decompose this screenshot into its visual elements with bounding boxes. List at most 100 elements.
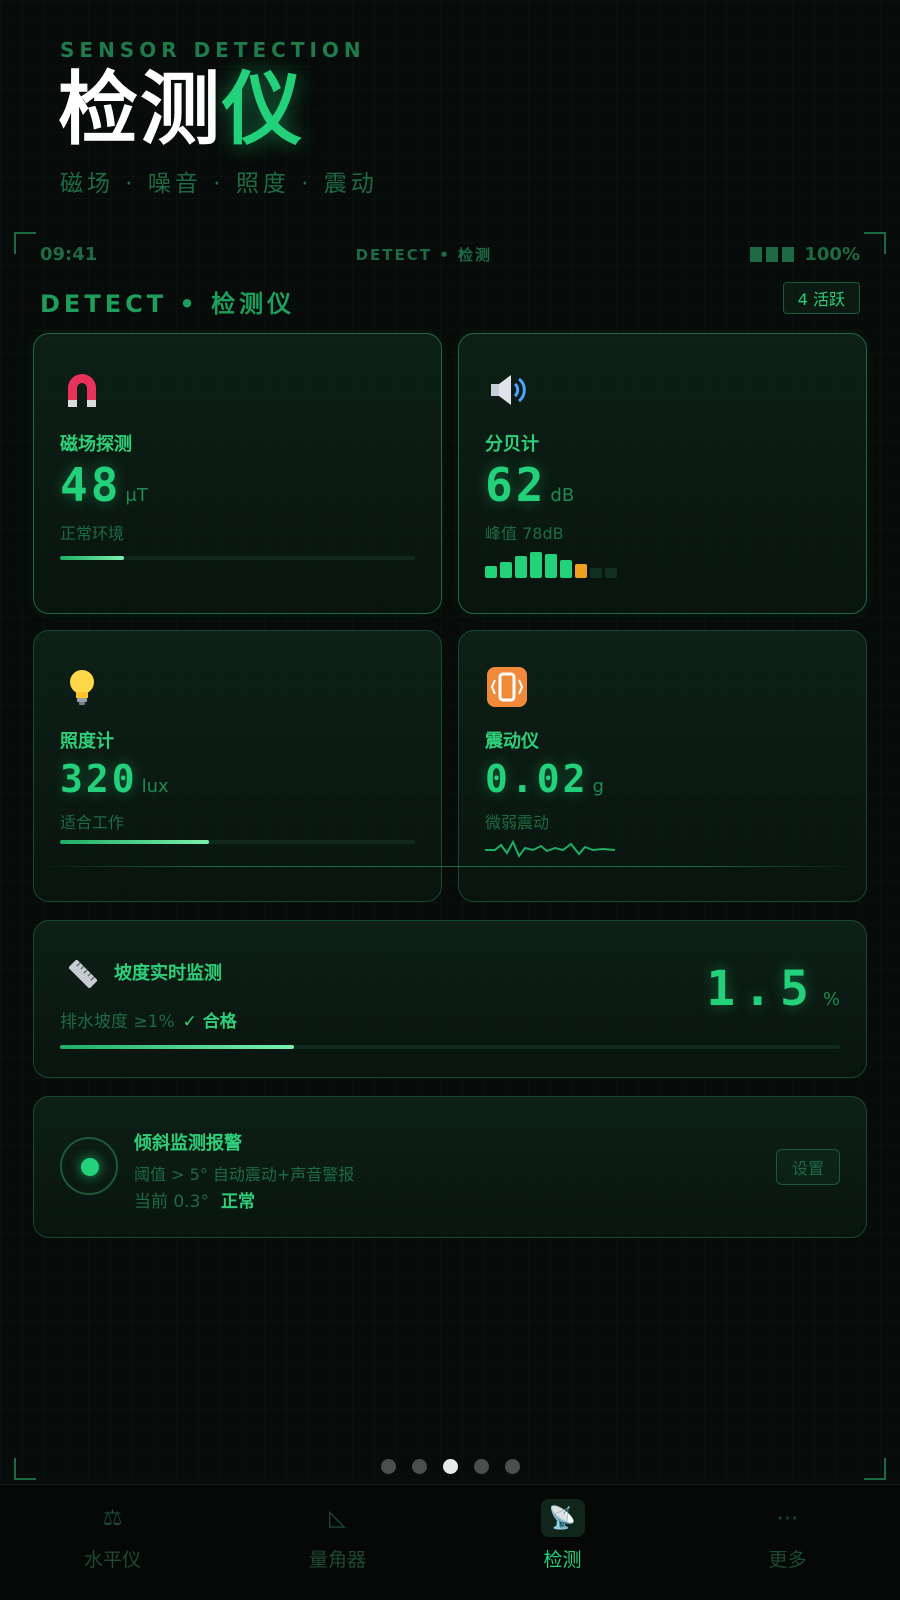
slope-card[interactable]: 坡度实时监测 排水坡度 ≥1% ✓ 合格 1.5 % [33,920,867,1078]
decibel-meter-bar [575,564,587,578]
tab-detect-label: 检测 [543,1549,582,1571]
ruler-icon [68,959,98,989]
slope-requirement: 排水坡度 ≥1% [60,1012,175,1032]
slope-level-fill [60,1045,294,1049]
page-title: 检测仪 [58,70,304,150]
alarm-settings-button[interactable]: 设置 [776,1149,840,1185]
status-center-label: DETECT • 检测 [355,245,493,264]
magnet-level-fill [60,556,124,560]
battery-percent: 100% [804,243,860,265]
speaker-icon [491,375,526,405]
lux-card[interactable]: 照度计 320 lux 适合工作 [33,630,442,902]
decibel-desc: 峰值 78dB [485,524,564,543]
alarm-threshold: 阈值 > 5° 自动震动+声音警报 [134,1165,355,1184]
active-count-badge[interactable]: 4 活跃 [782,282,860,314]
battery-cell-icon [766,246,779,262]
tab-detect[interactable]: 📡 检测 [450,1485,675,1600]
alarm-current-status: 正常 [220,1192,255,1212]
slope-reading: 1.5 % [706,961,840,1017]
battery-indicator: 100% [750,244,860,265]
slope-status: ✓ 合格 [182,1012,237,1032]
magnet-value: 48 [60,458,122,512]
decibel-meter-bar [560,560,572,578]
vibration-icon [487,667,527,707]
alarm-current: 当前 0.3° 正常 [134,1187,255,1212]
vibration-title: 震动仪 [485,731,539,752]
battery-cell-icon [750,246,763,262]
decibel-meter-bar [545,554,557,578]
alarm-title: 倾斜监测报警 [134,1133,242,1154]
tab-protractor[interactable]: ◺ 量角器 [225,1485,450,1600]
page-title-white: 检测 [58,63,222,156]
vibration-card[interactable]: 震动仪 0.02 g 微弱震动 [458,630,867,902]
slope-title: 坡度实时监测 [114,963,222,984]
alarm-current-angle: 当前 0.3° [134,1192,209,1212]
lux-title: 照度计 [60,731,114,752]
bottom-tab-bar: ⚖ 水平仪 ◺ 量角器 📡 检测 ⋯ 更多 [0,1484,900,1600]
decibel-unit: dB [550,485,575,506]
tab-more-label: 更多 [768,1549,807,1571]
tab-more[interactable]: ⋯ 更多 [675,1485,900,1600]
lux-reading: 320 lux [60,757,169,801]
page-dot[interactable] [442,1459,458,1474]
page-dot[interactable] [411,1459,427,1474]
tab-level-label: 水平仪 [83,1549,141,1571]
magnet-unit: μT [125,485,148,506]
lux-unit: lux [141,776,169,797]
section-title: DETECT • 检测仪 [40,290,296,318]
page-dot[interactable] [380,1459,396,1474]
decibel-meter-bar [500,562,512,578]
decibel-level-meter [485,552,617,578]
status-bar: 09:41 DETECT • 检测 100% [40,240,860,268]
decibel-card[interactable]: 分贝计 62 dB 峰值 78dB [458,333,867,614]
lux-level-bar [60,840,415,844]
status-time: 09:41 [40,243,98,265]
decibel-meter-bar [605,568,617,578]
lux-value: 320 [60,757,138,801]
vibration-value: 0.02 [485,757,589,801]
hero-eyebrow: SENSOR DETECTION [60,38,366,62]
page-indicator[interactable] [0,1459,900,1474]
protractor-icon: ◺ [329,1505,346,1531]
tab-level[interactable]: ⚖ 水平仪 [0,1485,225,1600]
battery-cell-icon [782,246,795,262]
decibel-meter-bar [485,566,497,578]
tab-protractor-label: 量角器 [308,1549,366,1571]
frame-corner-top-left [14,232,36,254]
magnet-icon [68,374,96,407]
alarm-status-ring [60,1137,118,1195]
magnet-title: 磁场探测 [60,434,132,455]
decibel-meter-bar [515,556,527,578]
slope-value: 1.5 [706,961,817,1017]
tilt-alarm-card: 倾斜监测报警 阈值 > 5° 自动震动+声音警报 当前 0.3° 正常 设置 [33,1096,867,1238]
lux-desc: 适合工作 [60,813,125,832]
magnet-level-bar [60,556,415,560]
lux-level-fill [60,840,210,844]
vibration-unit: g [592,776,604,797]
decibel-value: 62 [485,458,547,512]
frame-corner-top-right [864,232,886,254]
decibel-meter-bar [530,552,542,578]
page-title-green: 仪 [222,63,304,156]
more-icon: ⋯ [776,1505,799,1531]
vibration-reading: 0.02 g [485,757,604,801]
slope-level-bar [60,1045,840,1049]
slope-desc: 排水坡度 ≥1% ✓ 合格 [60,1007,237,1032]
alarm-status-dot [81,1158,99,1176]
vibration-waveform [485,839,616,858]
scan-divider [40,866,860,867]
vibration-desc: 微弱震动 [485,813,550,832]
page-dot[interactable] [504,1459,520,1474]
page-dot[interactable] [473,1459,489,1474]
detect-icon: 📡 [540,1499,585,1537]
magnet-desc: 正常环境 [60,524,125,543]
slope-unit: % [822,989,840,1010]
decibel-title: 分贝计 [485,434,539,455]
hero-subtitle: 磁场 · 噪音 · 照度 · 震动 [60,171,378,197]
lightbulb-icon [70,670,94,705]
decibel-meter-bar [590,568,602,578]
decibel-reading: 62 dB [485,458,574,512]
magnet-reading: 48 μT [60,458,148,512]
level-icon: ⚖ [102,1505,123,1531]
magnet-card[interactable]: 磁场探测 48 μT 正常环境 [33,333,442,614]
